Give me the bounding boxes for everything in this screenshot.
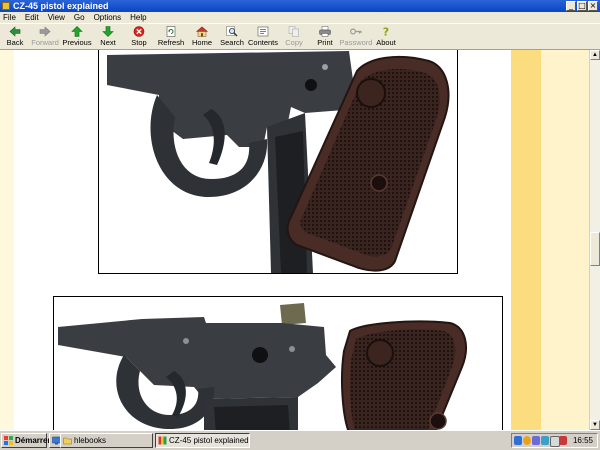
book-icon	[158, 436, 167, 445]
menu-bar: File Edit View Go Options Help	[0, 12, 600, 23]
menu-file[interactable]: File	[3, 12, 16, 23]
up-arrow-icon	[71, 26, 83, 37]
menu-go[interactable]: Go	[74, 12, 85, 23]
pistol-frame-photo-2	[53, 296, 503, 430]
previous-button[interactable]: Previous	[60, 26, 94, 50]
tray-network-icon[interactable]	[514, 436, 522, 445]
print-button[interactable]: Print	[308, 26, 342, 50]
taskbar: Démarrer hlebooks CZ-45 pistol explained…	[0, 430, 600, 450]
windows-flag-icon	[4, 436, 13, 445]
title-bar: CZ-45 pistol explained _ □ ×	[0, 0, 600, 12]
close-button[interactable]: ×	[588, 1, 598, 11]
stop-icon	[133, 26, 145, 37]
minimize-button[interactable]: _	[566, 1, 576, 11]
vertical-scrollbar[interactable]: ▲ ▼	[589, 50, 600, 430]
search-icon	[226, 26, 238, 37]
tray-shield-icon[interactable]	[559, 436, 567, 445]
svg-text:?: ?	[383, 26, 389, 37]
start-button[interactable]: Démarrer	[1, 433, 51, 448]
refresh-icon	[166, 26, 176, 37]
right-margin-stripe-dark	[511, 50, 541, 430]
home-button[interactable]: Home	[185, 26, 219, 50]
menu-options[interactable]: Options	[94, 12, 122, 23]
taskbar-item-hlebooks[interactable]: hlebooks	[60, 433, 153, 448]
scroll-up-button[interactable]: ▲	[590, 50, 600, 60]
about-button[interactable]: ? About	[369, 26, 403, 50]
scroll-down-button[interactable]: ▼	[590, 420, 600, 430]
toolbar: Back Forward Previous Next Stop Refresh …	[0, 23, 600, 50]
key-icon	[350, 28, 362, 35]
copy-icon	[288, 26, 299, 37]
question-icon: ?	[383, 26, 389, 37]
forward-arrow-icon	[39, 26, 51, 37]
window-title: CZ-45 pistol explained	[13, 1, 109, 11]
next-button[interactable]: Next	[91, 26, 125, 50]
password-button[interactable]: Password	[339, 26, 373, 50]
system-tray: 16:55	[511, 433, 598, 448]
down-arrow-icon	[102, 26, 114, 37]
left-margin-stripe	[0, 50, 14, 430]
contents-button[interactable]: Contents	[246, 26, 280, 50]
right-margin-stripe-light	[541, 50, 589, 430]
document-view[interactable]	[0, 50, 589, 430]
copy-button[interactable]: Copy	[277, 26, 311, 50]
tray-monitor-icon[interactable]	[541, 436, 549, 445]
taskbar-item-cz45[interactable]: CZ-45 pistol explained	[155, 433, 250, 448]
menu-edit[interactable]: Edit	[25, 12, 39, 23]
search-button[interactable]: Search	[215, 26, 249, 50]
pistol-frame-photo-1	[98, 50, 458, 274]
scroll-thumb[interactable]	[590, 232, 600, 266]
forward-button[interactable]: Forward	[28, 26, 62, 50]
maximize-button[interactable]: □	[577, 1, 587, 11]
tray-display-icon[interactable]	[532, 436, 540, 445]
back-arrow-icon	[9, 26, 21, 37]
app-icon[interactable]	[2, 2, 10, 10]
folder-icon	[63, 437, 72, 445]
print-icon	[319, 26, 331, 37]
menu-help[interactable]: Help	[130, 12, 146, 23]
refresh-button[interactable]: Refresh	[154, 26, 188, 50]
stop-button[interactable]: Stop	[122, 26, 156, 50]
home-icon	[196, 26, 208, 37]
menu-view[interactable]: View	[48, 12, 65, 23]
tray-sun-icon[interactable]	[523, 436, 531, 445]
contents-icon	[257, 26, 269, 37]
clock[interactable]: 16:55	[573, 434, 593, 447]
